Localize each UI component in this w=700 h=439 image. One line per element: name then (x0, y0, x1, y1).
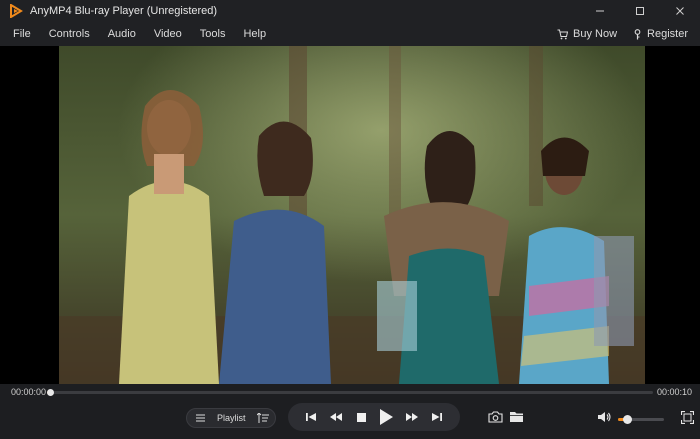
play-button[interactable] (376, 406, 398, 428)
minimize-icon (596, 10, 604, 12)
menu-bar: File Controls Audio Video Tools Help Buy… (0, 22, 700, 46)
volume-button[interactable] (595, 408, 613, 426)
video-frame (59, 46, 645, 384)
stop-button[interactable] (350, 406, 372, 428)
maximize-button[interactable] (620, 0, 660, 22)
volume-icon (597, 412, 611, 422)
open-folder-button[interactable] (507, 408, 525, 426)
transport-controls (288, 403, 460, 431)
cart-icon (557, 29, 568, 39)
camera-icon (487, 411, 503, 423)
list-icon (196, 414, 205, 422)
next-button[interactable] (426, 406, 448, 428)
rewind-icon (329, 413, 342, 421)
menu-actions: Buy Now Register (549, 28, 696, 40)
folder-icon (509, 412, 523, 422)
window-controls (580, 0, 700, 22)
menu-video[interactable]: Video (146, 28, 190, 40)
fullscreen-icon (680, 410, 694, 424)
buy-now-button[interactable]: Buy Now (549, 28, 625, 40)
skip-previous-icon (305, 413, 316, 421)
register-button[interactable]: Register (625, 28, 696, 40)
menu-audio[interactable]: Audio (100, 28, 144, 40)
total-time: 00:00:10 (656, 387, 692, 397)
volume-slider[interactable] (618, 415, 664, 424)
title-bar: AnyMP4 Blu-ray Player (Unregistered) (0, 0, 700, 22)
fast-forward-button[interactable] (401, 406, 423, 428)
buy-now-label: Buy Now (573, 28, 618, 40)
progress-bar[interactable] (47, 389, 653, 396)
fast-forward-icon (405, 413, 418, 421)
menu-tools[interactable]: Tools (192, 28, 234, 40)
minimize-button[interactable] (580, 0, 620, 22)
maximize-icon (636, 7, 644, 15)
app-logo-icon (10, 4, 23, 18)
rewind-button[interactable] (325, 406, 347, 428)
fullscreen-button[interactable] (678, 408, 696, 426)
progress-handle[interactable] (47, 389, 55, 396)
close-icon (676, 7, 684, 15)
skip-next-icon (432, 413, 443, 421)
menu-file[interactable]: File (5, 28, 39, 40)
stop-icon (356, 412, 366, 422)
playlist-label: Playlist (217, 413, 246, 423)
close-button[interactable] (660, 0, 700, 22)
previous-button[interactable] (300, 406, 322, 428)
current-time: 00:00:00 (11, 387, 47, 397)
playlist-button[interactable]: Playlist (186, 408, 276, 428)
play-icon (380, 409, 394, 425)
menu-controls[interactable]: Controls (41, 28, 98, 40)
key-icon (634, 28, 641, 39)
video-area[interactable] (0, 46, 700, 384)
register-label: Register (647, 28, 688, 40)
menu-help[interactable]: Help (235, 28, 274, 40)
snapshot-button[interactable] (486, 408, 504, 426)
window-title: AnyMP4 Blu-ray Player (Unregistered) (30, 5, 218, 17)
sort-icon[interactable] (257, 413, 269, 423)
